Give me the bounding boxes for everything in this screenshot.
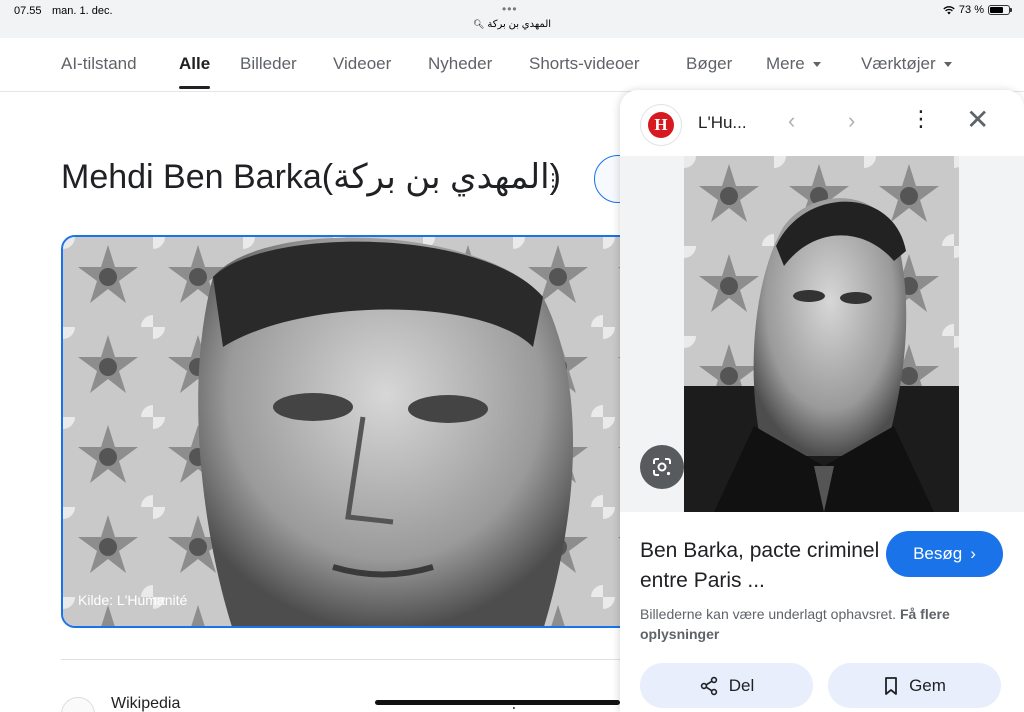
save-button[interactable]: Gem [828,663,1001,708]
address-bar-text: المهدي بن بركة [487,19,552,30]
tab-nyheder[interactable]: Nyheder [428,54,492,74]
tab-label: Mere [766,54,805,73]
tab-shorts-videoer[interactable]: Shorts-videoer [529,54,640,74]
share-label: Del [728,675,755,695]
tab-label: Billeder [240,54,297,73]
lens-icon [653,458,671,476]
page-title: Mehdi Ben Barka(المهدي بن بركة) [61,158,561,196]
google-lens-button[interactable] [640,445,684,489]
tab-mere[interactable]: Mere [766,54,821,74]
tab-label: Videoer [333,54,392,73]
tab-billeder[interactable]: Billeder [240,54,297,74]
tab-label: Alle [179,54,211,73]
copyright-text: Billederne kan være underlagt ophavsret. [640,606,897,622]
status-bar: 07.55 man. 1. dec. ••• 🔍︎ المهدي بن بركة … [0,0,1024,38]
browser-menu-dots-icon[interactable]: ••• [502,2,518,16]
result-source-name[interactable]: Wikipedia [111,695,180,712]
status-time: 07.55 [14,5,42,17]
source-logo: H [640,104,682,146]
tab-videoer[interactable]: Videoer [333,54,391,74]
tab-bøger[interactable]: Bøger [686,54,732,74]
status-indicators: 73 % [943,4,1012,16]
divider [61,659,621,660]
tab-label: Nyheder [428,54,493,73]
bookmark-icon [885,676,897,695]
source-logo-letter: H [648,112,674,138]
chevron-right-icon[interactable]: › [848,108,855,134]
save-label: Gem [909,675,946,695]
tab-alle[interactable]: Alle [179,54,211,89]
address-bar[interactable]: 🔍︎ المهدي بن بركة [0,19,1024,30]
battery-percent: 73 % [958,4,984,16]
chevron-right-icon: › [970,544,976,563]
portrait-image [63,237,649,626]
tab-værktøjer[interactable]: Værktøjer [861,54,952,74]
home-indicator[interactable] [375,700,620,705]
preview-title[interactable]: Ben Barka, pacte criminel entre Paris ..… [640,536,880,596]
more-options-icon[interactable]: ⋮ [544,170,562,191]
more-vertical-icon[interactable]: ⋮ [910,108,932,130]
close-icon[interactable]: ✕ [966,106,989,134]
image-source-caption: Kilde: L'Humanité [78,592,188,608]
tab-ai-tilstand[interactable]: AI-tilstand [61,54,137,74]
wikipedia-logo-icon [61,697,95,712]
tab-label: Shorts-videoer [529,54,640,73]
search-tabs: AI-tilstand Alle Billeder Videoer Nyheder Sho… [0,38,1024,92]
image-preview-panel: H L'Hu... ‹ › ⋮ ✕ Ben Barka, pacte crimi… [620,90,1024,712]
chevron-down-icon [943,62,952,68]
visit-label: Besøg [913,544,963,563]
share-button[interactable]: Del [640,663,813,708]
search-icon: 🔍︎ [472,19,485,29]
share-icon [700,676,717,695]
status-date: man. 1. dec. [52,5,113,17]
tab-label: Bøger [686,54,733,73]
source-name[interactable]: L'Hu... [698,113,747,133]
wifi-icon [943,5,955,14]
tab-label: Værktøjer [861,54,936,73]
copyright-notice: Billederne kan være underlagt ophavsret.… [640,604,1000,644]
chevron-down-icon [812,62,821,68]
preview-image[interactable] [684,156,959,512]
visit-button[interactable]: Besøg › [886,531,1003,577]
tab-label: AI-tilstand [61,54,137,73]
preview-portrait [684,156,959,512]
hero-image[interactable] [61,235,651,628]
battery-icon [988,5,1012,15]
chevron-left-icon[interactable]: ‹ [788,108,795,134]
